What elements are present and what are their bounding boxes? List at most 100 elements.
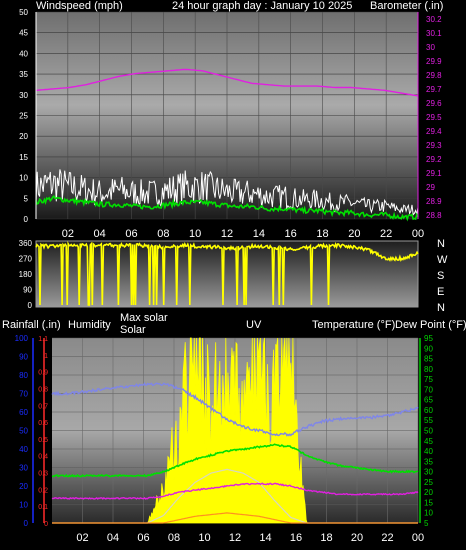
wind-direction-panel: 0 90 180 270 360	[19, 239, 419, 310]
direction-y-tick-label: 180	[19, 270, 33, 279]
rain-y-tick-label: 100	[15, 334, 29, 343]
temp-y-tick-label: 45	[424, 437, 433, 446]
temp-y-tick-label: 20	[424, 488, 433, 497]
solar-x-tick-label: 02	[76, 532, 88, 544]
wind-y-tick-label: 10	[19, 174, 28, 183]
direction-label-n-bottom: N	[437, 302, 445, 314]
wind-axis-title: Windspeed (mph)	[36, 0, 123, 12]
uv-y-tick-label: 0.4	[38, 454, 48, 461]
direction-y-tick-label: 90	[23, 286, 32, 295]
wind-x-tick-label: 12	[221, 228, 233, 240]
direction-label-s: S	[437, 270, 445, 282]
uv-y-tick-label: 0.2	[38, 487, 48, 494]
uv-y-tick-label: 0	[44, 521, 48, 528]
wind-barometer-panel: 05101520253035404550 28.828.92929.129.22…	[19, 8, 442, 240]
max-solar-label: Max solar	[120, 312, 168, 324]
temp-y-tick-label: 30	[424, 468, 433, 477]
dew-point-label: Dew Point (°F)	[395, 319, 466, 331]
wind-y-tick-label: 15	[19, 153, 28, 162]
rain-y-tick-label: 80	[19, 371, 28, 380]
temp-y-tick-label: 60	[424, 406, 433, 415]
wind-x-tick-label: 22	[380, 228, 392, 240]
temp-y-tick-label: 10	[424, 509, 433, 518]
uv-y-tick-label: 1.1	[38, 336, 48, 343]
wind-y-ticks: 0 5 10 15 20 25 30 35 40 45 50	[19, 8, 28, 224]
barometer-y-tick-label: 29.6	[426, 99, 442, 108]
barometer-y-tick-label: 28.8	[426, 211, 442, 220]
uv-y-tick-label: 0.5	[38, 437, 48, 444]
temp-y-tick-label: 70	[424, 385, 433, 394]
humidity-label: Humidity	[68, 319, 111, 331]
solar-x-tick-label: 16	[290, 532, 302, 544]
wind-y-tick-label: 25	[19, 112, 28, 121]
barometer-y-tick-label: 29.8	[426, 71, 442, 80]
chart-title: 24 hour graph day : January 10 2025	[172, 0, 353, 12]
solar-x-ticks: 02 04 06 08 10 12 14 16 18 20 22 00	[76, 532, 424, 544]
solar-x-tick-label: 04	[107, 532, 119, 544]
solar-x-tick-label: 10	[198, 532, 210, 544]
temp-y-tick-label: 85	[424, 355, 433, 364]
wind-y-tick-label: 40	[19, 49, 28, 58]
wind-y-tick-label: 20	[19, 132, 28, 141]
rain-y-tick-label: 30	[19, 464, 28, 473]
barometer-y-tick-label: 29.1	[426, 169, 442, 178]
barometer-y-tick-label: 28.9	[426, 197, 442, 206]
rain-y-tick-label: 10	[19, 501, 28, 510]
rain-y-tick-label: 50	[19, 427, 28, 436]
rain-y-tick-label: 40	[19, 445, 28, 454]
solar-x-tick-label: 14	[259, 532, 271, 544]
barometer-y-tick-label: 29.7	[426, 85, 442, 94]
rain-y-ticks: 0 10 20 30 40 50 60 70 80 90 100	[15, 334, 29, 528]
barometer-y-tick-label: 30.2	[426, 15, 442, 24]
barometer-y-tick-label: 30	[426, 43, 435, 52]
rain-y-tick-label: 60	[19, 408, 28, 417]
barometer-axis-title: Barometer (.in)	[370, 0, 444, 12]
weather-graphs: 05101520253035404550 28.828.92929.129.22…	[15, 8, 442, 544]
rain-y-tick-label: 0	[24, 519, 29, 528]
solar-x-tick-label: 00	[412, 532, 424, 544]
direction-y-tick-label: 270	[19, 255, 33, 264]
wind-x-tick-label: 18	[316, 228, 328, 240]
uv-y-tick-label: 0.3	[38, 471, 48, 478]
solar-x-tick-label: 12	[229, 532, 241, 544]
barometer-y-ticks: 28.8 28.9 29 29.1 29.2 29.3 29.4 29.5 29.6 29.7 29…	[426, 15, 442, 220]
direction-label-w: W	[437, 254, 448, 266]
uv-y-tick-label: 0.1	[38, 504, 48, 511]
solar-temperature-panel: 0 10 20 30 40 50 60 70 80 90 100 0 0.1 0.2 0.3 0.4 0.5 0…	[15, 334, 434, 544]
rain-y-tick-label: 90	[19, 353, 28, 362]
temp-y-tick-label: 5	[424, 519, 429, 528]
temp-y-tick-label: 40	[424, 447, 433, 456]
rain-axis-title: Rainfall (.in)	[2, 319, 61, 331]
temp-y-tick-label: 75	[424, 375, 433, 384]
wind-y-tick-label: 35	[19, 70, 28, 79]
direction-label-n-top: N	[437, 238, 445, 250]
barometer-y-tick-label: 29	[426, 183, 435, 192]
solar-x-tick-label: 20	[351, 532, 363, 544]
solar-x-tick-label: 18	[320, 532, 332, 544]
solar-x-tick-label: 06	[137, 532, 149, 544]
barometer-y-tick-label: 29.9	[426, 57, 442, 66]
solar-label: Solar	[120, 324, 146, 336]
uv-y-tick-label: 0.8	[38, 386, 48, 393]
barometer-y-tick-label: 29.4	[426, 127, 442, 136]
temp-y-tick-label: 80	[424, 365, 433, 374]
direction-y-tick-label: 0	[28, 301, 33, 310]
barometer-y-tick-label: 29.3	[426, 141, 442, 150]
barometer-y-tick-label: 30.1	[426, 29, 442, 38]
wind-x-tick-label: 16	[285, 228, 297, 240]
wind-x-tick-label: 06	[125, 228, 137, 240]
solar-x-tick-label: 08	[168, 532, 180, 544]
wind-x-tick-label: 02	[62, 228, 74, 240]
uv-y-tick-label: 0.7	[38, 403, 48, 410]
wind-y-tick-label: 45	[19, 29, 28, 38]
wind-x-ticks: 02 04 06 08 10 12 14 16 18 20 22 00	[62, 228, 424, 240]
temp-y-tick-label: 35	[424, 457, 433, 466]
temperature-label: Temperature (°F)	[312, 319, 396, 331]
temp-y-tick-label: 90	[424, 344, 433, 353]
wind-x-tick-label: 20	[348, 228, 360, 240]
wind-y-tick-label: 0	[24, 215, 29, 224]
wind-x-tick-label: 14	[253, 228, 265, 240]
rain-y-tick-label: 20	[19, 482, 28, 491]
barometer-y-tick-label: 29.5	[426, 113, 442, 122]
direction-label-e: E	[437, 286, 445, 298]
